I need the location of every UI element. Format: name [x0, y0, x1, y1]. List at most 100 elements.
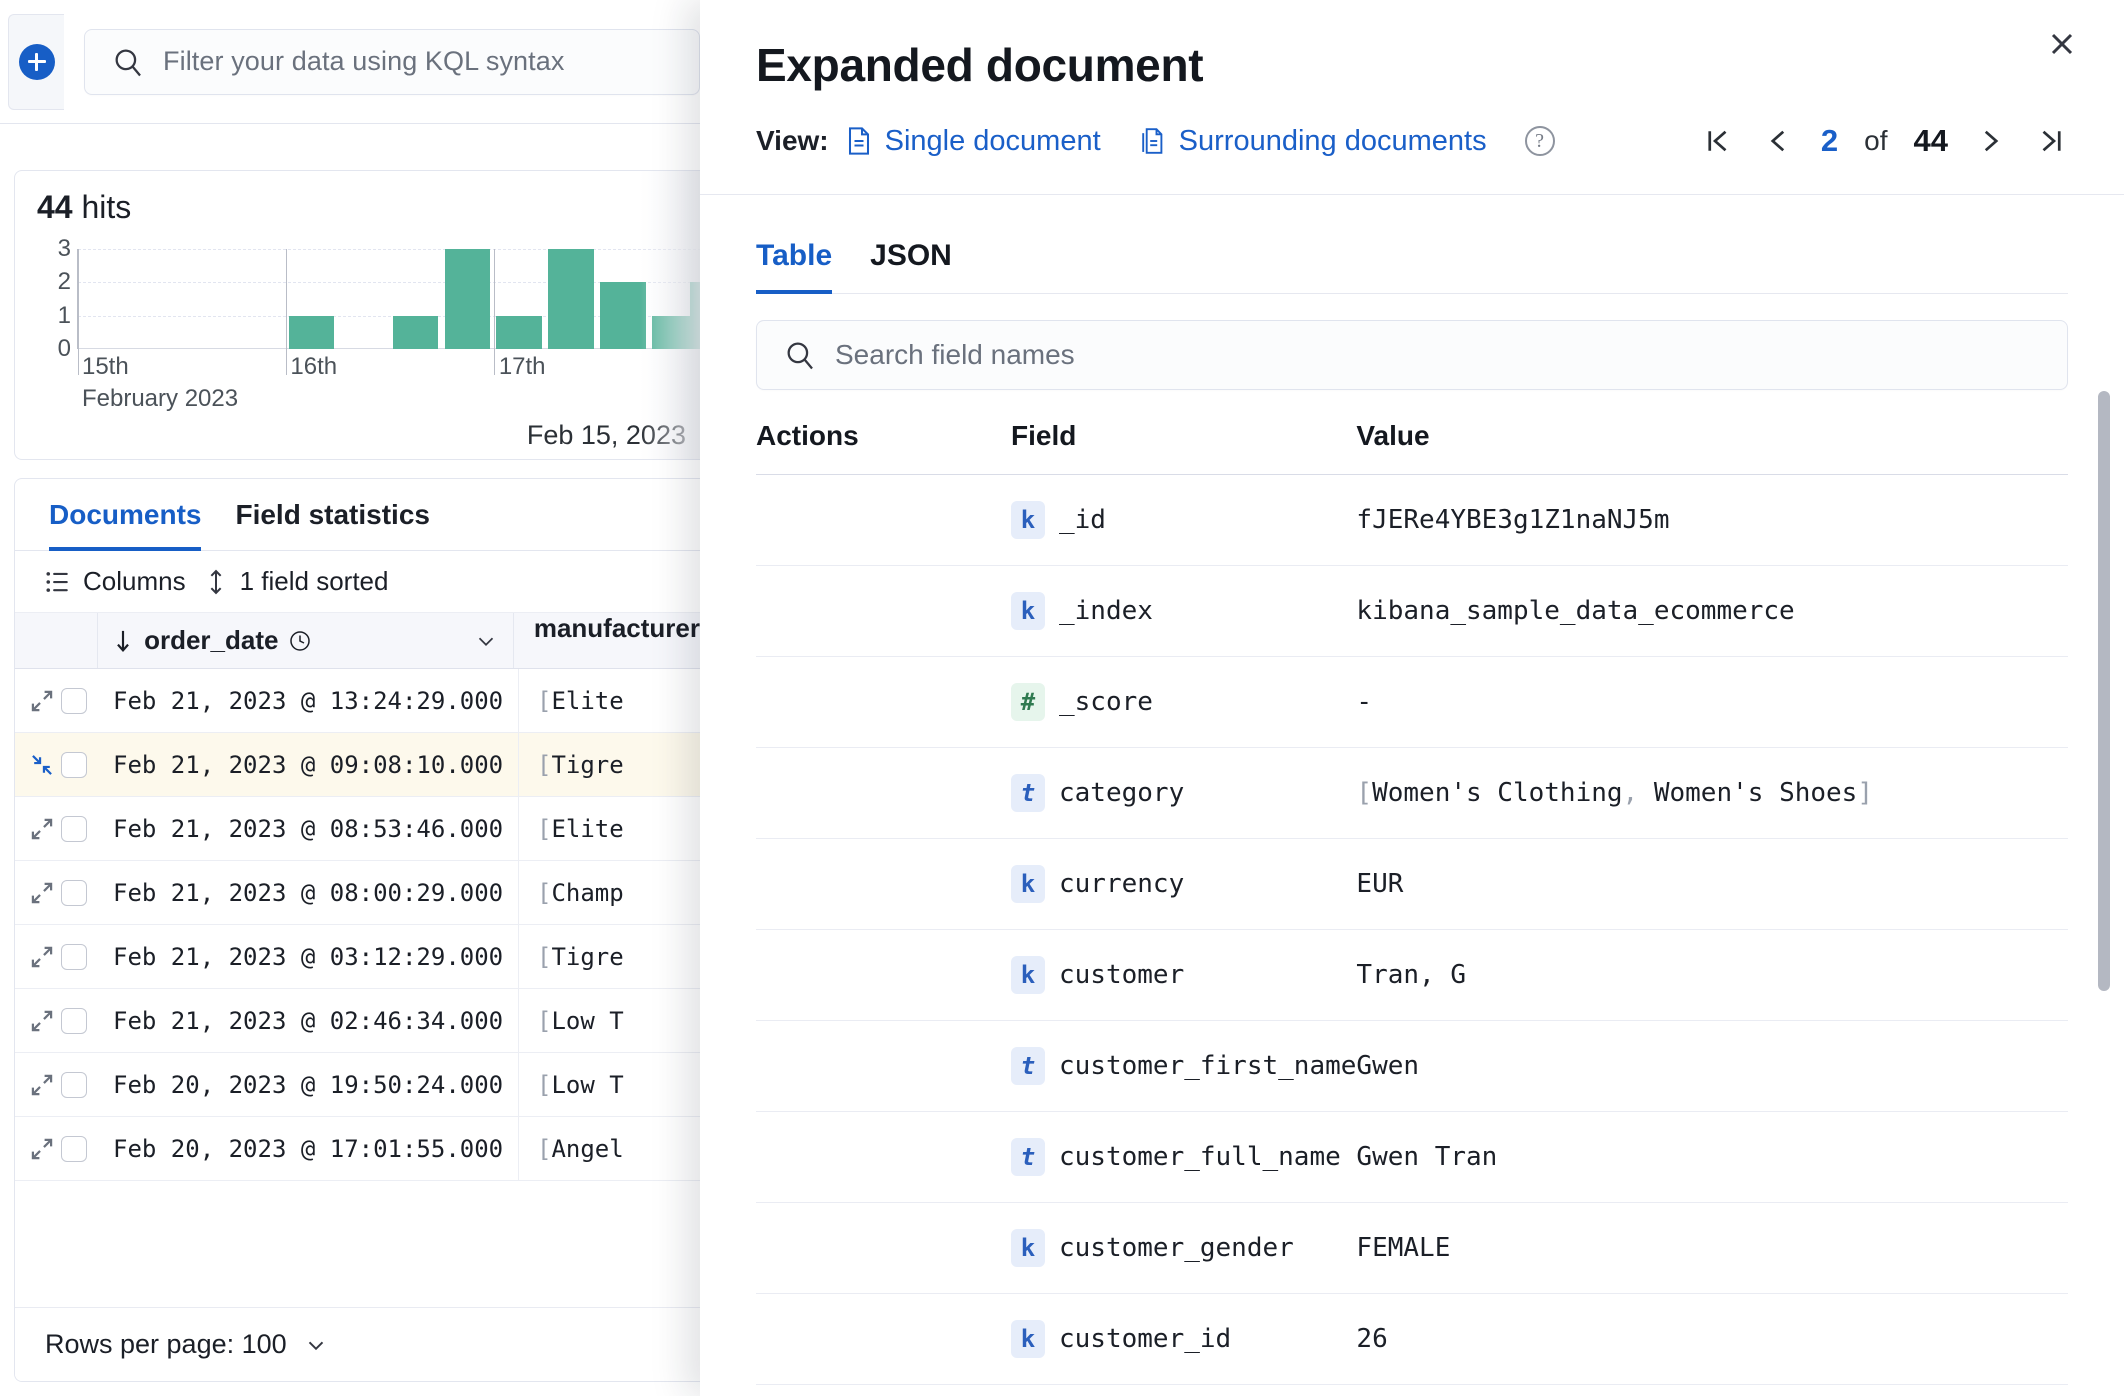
field-row[interactable]: k customer_gender FEMALE: [756, 1202, 2068, 1294]
field-row[interactable]: k _id fJERe4YBE3g1Z1naNJ5m: [756, 474, 2068, 566]
expand-row-icon[interactable]: [29, 1072, 55, 1098]
table-row[interactable]: Feb 20, 2023 @ 19:50:24.000 [Low T: [15, 1053, 700, 1117]
pagination-last-button[interactable]: [2034, 122, 2068, 160]
close-button[interactable]: [2036, 18, 2088, 70]
field-name: currency: [1059, 869, 1185, 899]
field-value: -: [1356, 656, 2068, 748]
cell-manufacturer: [Tigre: [537, 750, 624, 779]
histogram-bar[interactable]: [496, 315, 543, 349]
row-checkbox[interactable]: [61, 943, 87, 970]
row-checkbox[interactable]: [61, 751, 87, 778]
expand-row-icon[interactable]: [29, 1136, 55, 1162]
histogram-bar[interactable]: [392, 315, 439, 349]
field-row[interactable]: k currency EUR: [756, 838, 2068, 930]
tab-documents[interactable]: Documents: [49, 479, 202, 551]
table-row[interactable]: Feb 21, 2023 @ 13:24:29.000 [Elite: [15, 669, 700, 733]
row-checkbox[interactable]: [61, 1007, 87, 1034]
grid-header-manufacturer[interactable]: manufacturer: [514, 613, 700, 668]
table-row[interactable]: Feb 20, 2023 @ 17:01:55.000 [Angel: [15, 1117, 700, 1181]
view-surrounding-documents-link[interactable]: Surrounding documents: [1139, 125, 1487, 158]
field-actions-cell[interactable]: [756, 1293, 1011, 1385]
field-row[interactable]: k customer_id 26: [756, 1293, 2068, 1385]
field-value: FEMALE: [1356, 1202, 2068, 1294]
table-row[interactable]: Feb 21, 2023 @ 08:00:29.000 [Champ: [15, 861, 700, 925]
field-name-cell: t customer_first_name: [1011, 1020, 1357, 1112]
field-type-icon: k: [1011, 501, 1045, 539]
cell-order-date: Feb 21, 2023 @ 02:46:34.000: [99, 989, 519, 1052]
expanded-document-flyout: Expanded document View: Single document: [700, 0, 2124, 1396]
histogram-bar[interactable]: [444, 249, 491, 349]
field-actions-cell[interactable]: [756, 1384, 1011, 1396]
rows-per-page-control[interactable]: Rows per page: 100: [15, 1307, 700, 1381]
expand-row-icon[interactable]: [29, 944, 55, 970]
field-value: Gwen Tran: [1356, 1111, 2068, 1203]
grid-header-order-date[interactable]: order_date: [98, 613, 514, 668]
sort-fields-button[interactable]: 1 field sorted: [204, 566, 388, 597]
tab-json[interactable]: JSON: [870, 239, 952, 293]
row-actions: [15, 797, 99, 860]
clock-icon: [288, 629, 312, 653]
field-actions-cell[interactable]: [756, 929, 1011, 1021]
field-name: _index: [1059, 596, 1153, 626]
pagination-current-page: 2: [1820, 123, 1839, 158]
expand-row-icon[interactable]: [29, 880, 55, 906]
field-actions-cell[interactable]: [756, 656, 1011, 748]
table-row[interactable]: Feb 21, 2023 @ 09:08:10.000 [Tigre: [15, 733, 700, 797]
field-row[interactable]: t category [Women's Clothing, Women's Shoe…: [756, 747, 2068, 839]
field-actions-cell[interactable]: [756, 747, 1011, 839]
cell-manufacturer: [Elite: [537, 686, 624, 715]
table-row[interactable]: Feb 21, 2023 @ 08:53:46.000 [Elite: [15, 797, 700, 861]
row-checkbox[interactable]: [61, 687, 87, 714]
field-value: kibana_sample_data_ecommerce: [1356, 565, 2068, 657]
flyout-scrollbar[interactable]: [2098, 391, 2110, 991]
expand-row-icon[interactable]: [29, 688, 55, 714]
field-actions-cell[interactable]: [756, 1111, 1011, 1203]
columns-button[interactable]: Columns: [45, 566, 186, 597]
field-type-icon: k: [1011, 1229, 1045, 1267]
tab-field-statistics[interactable]: Field statistics: [235, 479, 430, 551]
table-row[interactable]: Feb 21, 2023 @ 02:46:34.000 [Low T: [15, 989, 700, 1053]
expand-row-icon[interactable]: [29, 1008, 55, 1034]
hits-histogram-chart[interactable]: 3 2 1 0 15th February 2023 16th 17th: [15, 237, 715, 412]
chevron-down-icon[interactable]: [473, 628, 499, 654]
row-checkbox[interactable]: [61, 1071, 87, 1098]
histogram-bar[interactable]: [548, 249, 595, 349]
question-circle-icon[interactable]: ?: [1524, 126, 1555, 156]
field-actions-cell[interactable]: [756, 838, 1011, 930]
grid-header-order-date-label: order_date: [144, 625, 279, 655]
field-row[interactable]: k customer Tran, G: [756, 929, 2068, 1021]
histogram-bar[interactable]: [600, 282, 646, 349]
pagination-first-button[interactable]: [1701, 122, 1735, 160]
field-name: customer: [1059, 960, 1185, 990]
field-row[interactable]: t customer_first_name Gwen: [756, 1020, 2068, 1112]
query-bar: Filter your data using KQL syntax: [0, 0, 700, 124]
pagination-next-button[interactable]: [1974, 122, 2008, 160]
add-filter-button[interactable]: [8, 13, 64, 110]
field-name-cell: k _index: [1011, 565, 1357, 657]
field-actions-cell[interactable]: [756, 1202, 1011, 1294]
field-actions-cell[interactable]: [756, 565, 1011, 657]
collapse-row-icon[interactable]: [29, 752, 55, 778]
table-row[interactable]: Feb 21, 2023 @ 03:12:29.000 [Tigre: [15, 925, 700, 989]
row-actions: [15, 989, 99, 1052]
field-actions-cell[interactable]: [756, 474, 1011, 566]
kql-search-input[interactable]: Filter your data using KQL syntax: [84, 28, 700, 95]
expand-row-icon[interactable]: [29, 816, 55, 842]
chart-plot-area: [77, 249, 715, 375]
tab-table[interactable]: Table: [756, 239, 833, 294]
histogram-bar[interactable]: [288, 315, 335, 349]
field-name-cell: t category: [1011, 747, 1357, 839]
row-checkbox[interactable]: [61, 879, 87, 906]
field-actions-cell[interactable]: [756, 1020, 1011, 1112]
view-single-document-link[interactable]: Single document: [845, 125, 1101, 158]
pagination-prev-button[interactable]: [1761, 122, 1795, 160]
row-checkbox[interactable]: [61, 815, 87, 842]
flyout-header: Expanded document View: Single document: [700, 0, 2124, 195]
search-field-names-input[interactable]: Search field names: [756, 320, 2068, 390]
field-row[interactable]: # _score -: [756, 656, 2068, 748]
row-checkbox[interactable]: [61, 1135, 87, 1162]
field-row[interactable]: tcustomer_last_nameTran: [756, 1384, 2068, 1396]
field-row[interactable]: t customer_full_name Gwen Tran: [756, 1111, 2068, 1203]
x-tick-label: 15th February 2023: [81, 353, 239, 412]
field-row[interactable]: k _index kibana_sample_data_ecommerce: [756, 565, 2068, 657]
